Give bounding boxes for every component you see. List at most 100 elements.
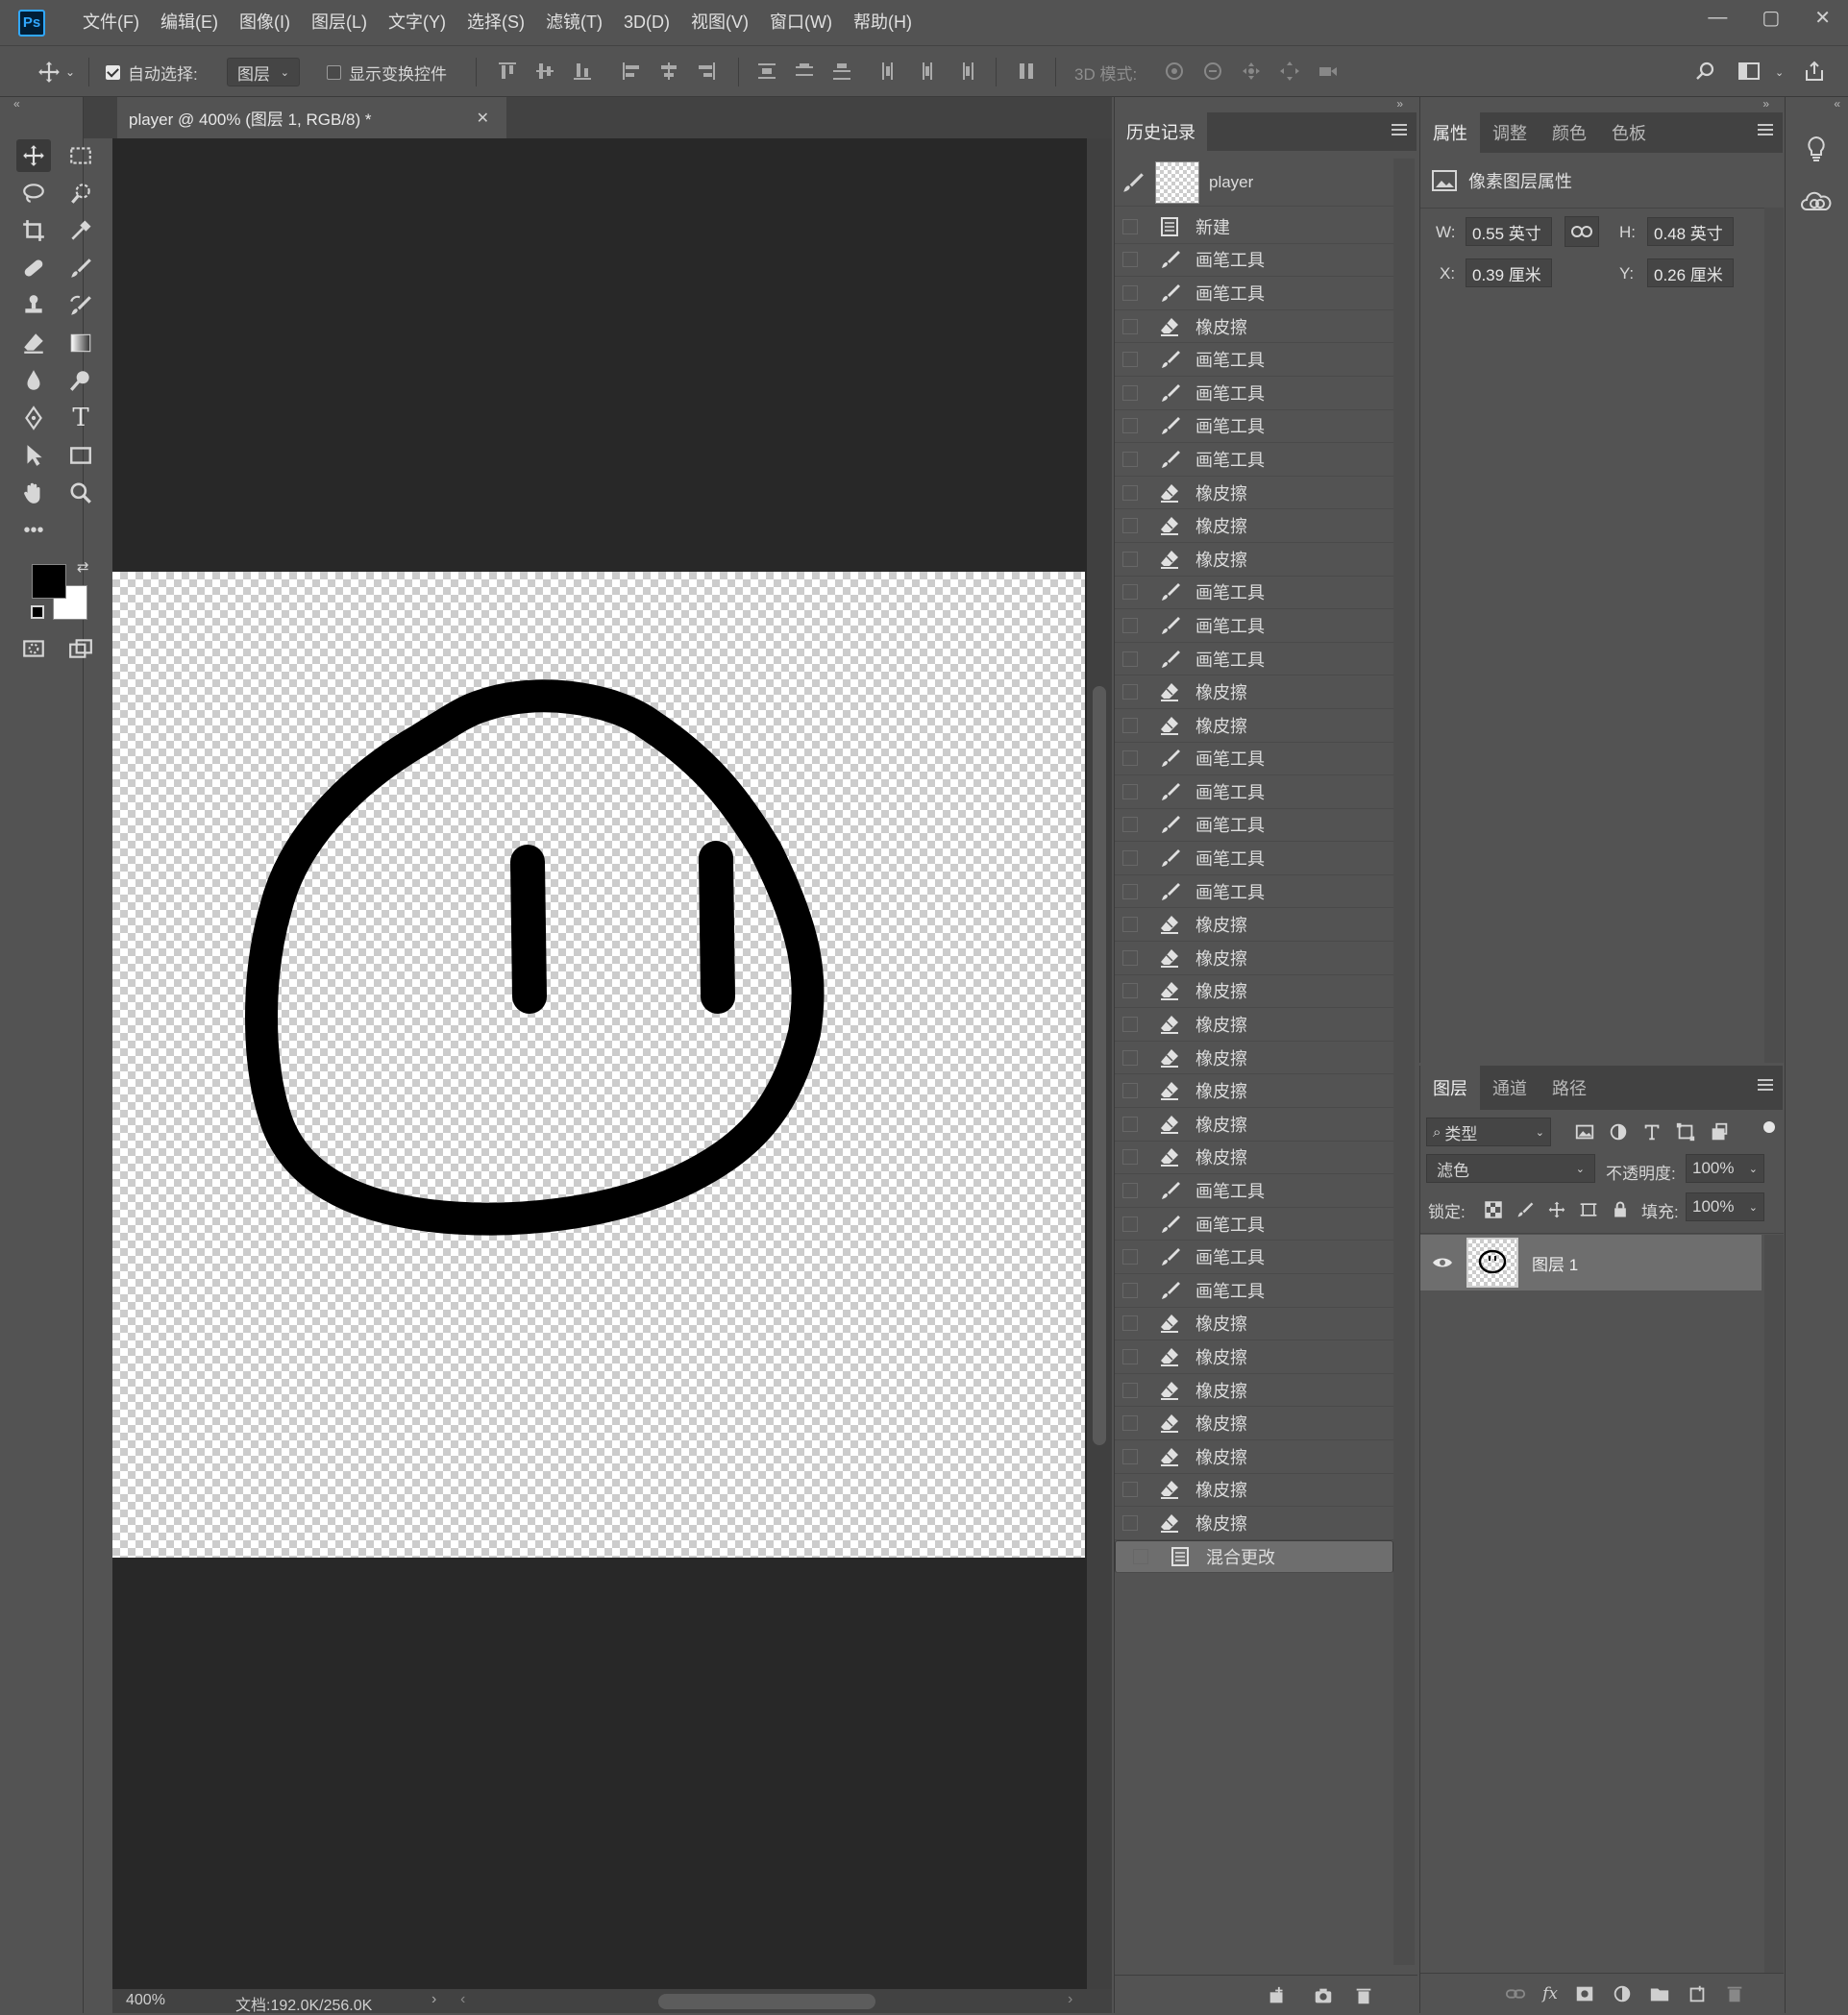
menu-item[interactable]: 选择(S) [456, 0, 535, 45]
history-source-checkbox[interactable] [1122, 983, 1138, 999]
history-item[interactable]: 画笔工具 [1115, 1174, 1393, 1208]
history-source-checkbox[interactable] [1122, 484, 1138, 501]
marquee-tool-icon[interactable] [63, 139, 98, 172]
history-source-checkbox[interactable] [1122, 949, 1138, 966]
tab-properties-3[interactable]: 色板 [1599, 112, 1659, 153]
fill-field[interactable]: 100% ⌄ [1686, 1192, 1764, 1221]
history-item[interactable]: 画笔工具 [1115, 410, 1393, 444]
menu-item[interactable]: 视图(V) [680, 0, 759, 45]
panel-menu-icon[interactable] [1758, 124, 1773, 135]
history-item[interactable]: 橡皮擦 [1115, 1042, 1393, 1075]
history-item[interactable]: 橡皮擦 [1115, 1474, 1393, 1508]
delete-layer-icon[interactable] [1724, 1983, 1745, 2004]
history-source-checkbox[interactable] [1122, 1049, 1138, 1066]
history-source-checkbox[interactable] [1122, 1249, 1138, 1266]
menu-item[interactable]: 图像(I) [229, 0, 301, 45]
pen-tool-icon[interactable] [16, 402, 51, 434]
quick-mask-icon[interactable] [16, 632, 51, 665]
scroll-right-icon[interactable]: › [1068, 1991, 1072, 2008]
width-field[interactable]: 0.55 英寸 [1466, 217, 1552, 246]
history-source-checkbox[interactable] [1122, 1116, 1138, 1132]
lock-transparent-icon[interactable] [1484, 1200, 1503, 1219]
align-vcenter-icon[interactable] [533, 60, 556, 83]
align-left-icon[interactable] [620, 60, 643, 83]
align-bottom-icon[interactable] [571, 60, 594, 83]
tab-history[interactable]: 历史记录 [1115, 112, 1207, 151]
canvas-area[interactable] [112, 138, 1087, 1989]
history-item[interactable]: 混合更改 [1115, 1539, 1393, 1574]
history-source-checkbox[interactable] [1122, 1348, 1138, 1364]
distribute-top-icon[interactable] [755, 60, 778, 83]
history-source-checkbox[interactable] [1133, 1549, 1148, 1565]
history-source-checkbox[interactable] [1122, 1315, 1138, 1332]
history-source-checkbox[interactable] [1122, 883, 1138, 899]
menu-item[interactable]: 3D(D) [613, 0, 680, 45]
dodge-tool-icon[interactable] [63, 364, 98, 397]
history-item[interactable]: 画笔工具 [1115, 577, 1393, 610]
history-item[interactable]: 橡皮擦 [1115, 1440, 1393, 1474]
lock-pixels-icon[interactable] [1515, 1200, 1535, 1219]
layer-row[interactable]: 图层 1 [1420, 1235, 1762, 1290]
history-source-checkbox[interactable] [1122, 284, 1138, 301]
history-source-checkbox[interactable] [1122, 451, 1138, 467]
distribute-right-icon[interactable] [953, 60, 976, 83]
history-snapshot[interactable]: player [1115, 159, 1393, 207]
learn-lightbulb-icon[interactable] [1797, 130, 1836, 168]
new-layer-icon[interactable] [1687, 1983, 1708, 2004]
panel-menu-icon[interactable] [1392, 124, 1407, 135]
history-source-checkbox[interactable] [1122, 1482, 1138, 1498]
properties-scrollbar[interactable] [1764, 208, 1784, 1063]
history-item[interactable]: 画笔工具 [1115, 609, 1393, 643]
history-brush-tool-icon[interactable] [63, 289, 98, 322]
history-item[interactable]: 橡皮擦 [1115, 975, 1393, 1009]
menu-item[interactable]: 帮助(H) [843, 0, 923, 45]
history-item[interactable]: 橡皮擦 [1115, 942, 1393, 975]
eyedropper-tool-icon[interactable] [63, 214, 98, 247]
history-source-checkbox[interactable] [1122, 584, 1138, 601]
search-icon[interactable] [1693, 60, 1716, 83]
tab-properties-0[interactable]: 属性 [1420, 112, 1480, 153]
history-source-checkbox[interactable] [1122, 1382, 1138, 1398]
3d-rotate-icon[interactable] [1163, 60, 1186, 83]
opacity-field[interactable]: 100% ⌄ [1686, 1154, 1764, 1183]
history-item[interactable]: 画笔工具 [1115, 244, 1393, 278]
history-item[interactable]: 画笔工具 [1115, 1274, 1393, 1308]
chevron-down-icon[interactable]: ⌄ [1775, 46, 1784, 98]
link-icon[interactable] [1565, 216, 1599, 247]
history-item[interactable]: 橡皮擦 [1115, 1374, 1393, 1408]
history-item[interactable]: 橡皮擦 [1115, 1507, 1393, 1540]
history-source-checkbox[interactable] [1122, 384, 1138, 401]
close-icon[interactable]: ✕ [1814, 6, 1831, 30]
document-canvas[interactable] [112, 572, 1085, 1558]
history-item[interactable]: 橡皮擦 [1115, 310, 1393, 344]
3d-slide-icon[interactable] [1278, 60, 1301, 83]
history-item[interactable]: 画笔工具 [1115, 743, 1393, 776]
history-item[interactable]: 橡皮擦 [1115, 477, 1393, 510]
share-icon[interactable] [1803, 60, 1826, 83]
tab-properties-2[interactable]: 颜色 [1540, 112, 1599, 153]
history-item[interactable]: 橡皮擦 [1115, 1308, 1393, 1341]
history-item[interactable]: 画笔工具 [1115, 377, 1393, 410]
history-source-checkbox[interactable] [1122, 783, 1138, 799]
document-tab[interactable]: player @ 400% (图层 1, RGB/8) * ✕ [117, 97, 506, 138]
chevron-down-icon[interactable]: ⌄ [1749, 1201, 1758, 1214]
swap-colors-icon[interactable]: ⇄ [77, 558, 89, 576]
history-item[interactable]: 橡皮擦 [1115, 1074, 1393, 1109]
history-item[interactable]: 画笔工具 [1115, 1208, 1393, 1241]
history-item[interactable]: 画笔工具 [1115, 1241, 1393, 1274]
history-source-checkbox[interactable] [1122, 551, 1138, 567]
layer-filter-dropdown[interactable]: ⌕ 类型 ⌄ [1426, 1118, 1551, 1146]
history-source-checkbox[interactable] [1122, 850, 1138, 867]
move-tool-icon[interactable] [16, 139, 51, 172]
history-source-checkbox[interactable] [1122, 1448, 1138, 1464]
history-item[interactable]: 画笔工具 [1115, 842, 1393, 875]
history-item[interactable]: 橡皮擦 [1115, 1108, 1393, 1142]
history-item[interactable]: 画笔工具 [1115, 343, 1393, 377]
scroll-thumb[interactable] [1093, 686, 1106, 1445]
default-colors-icon[interactable] [31, 605, 44, 619]
history-source-checkbox[interactable] [1122, 1183, 1138, 1199]
menu-item[interactable]: 滤镜(T) [535, 0, 613, 45]
distribute-bottom-icon[interactable] [830, 60, 853, 83]
history-source-checkbox[interactable] [1122, 617, 1138, 633]
more-tools-icon[interactable]: ••• [16, 514, 51, 547]
